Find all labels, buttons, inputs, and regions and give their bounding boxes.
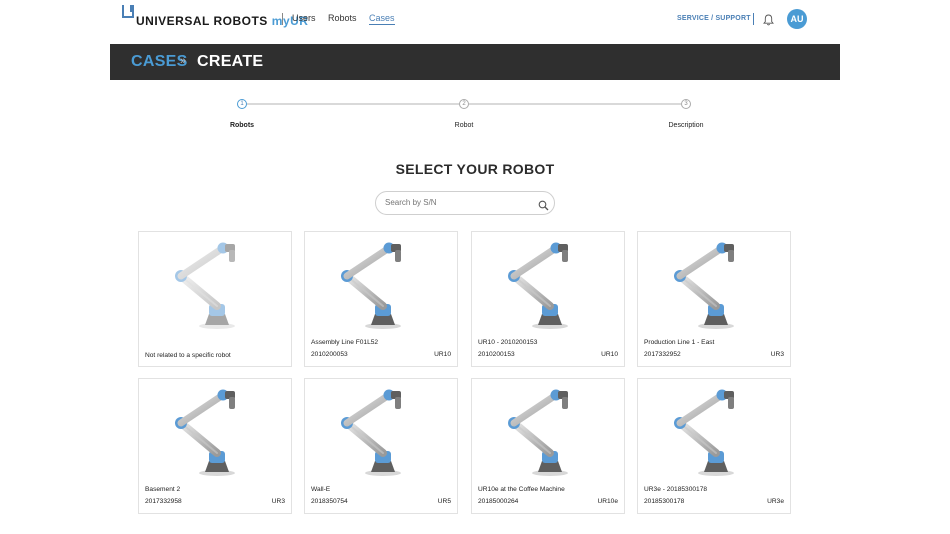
robot-card-none[interactable]: Not related to a specific robot xyxy=(138,231,292,367)
page-header: CASES » CREATE xyxy=(110,44,840,80)
robot-card-serial: 2017332958 xyxy=(145,498,182,505)
service-support-link[interactable]: SERVICE / SUPPORT xyxy=(677,15,751,22)
search-icon[interactable] xyxy=(538,198,549,211)
bell-icon[interactable] xyxy=(763,13,774,26)
step-2-indicator[interactable]: 2 xyxy=(459,99,469,109)
nav-item-robots[interactable]: Robots xyxy=(328,13,357,23)
robot-card-model: UR10e xyxy=(597,498,618,505)
robot-card-name: Basement 2 xyxy=(145,486,181,493)
robot-card-name: Production Line 1 - East xyxy=(644,339,715,346)
nav-divider xyxy=(282,13,283,25)
serial-search-box[interactable] xyxy=(375,191,555,215)
robot-arm-image xyxy=(165,385,265,479)
robot-arm-image xyxy=(664,385,764,479)
top-navigation: UNIVERSAL ROBOTS myUR Users Robots Cases … xyxy=(0,0,950,40)
step-3-indicator[interactable]: 3 xyxy=(681,99,691,109)
robot-card-name: Assembly Line F01L52 xyxy=(311,339,379,346)
user-avatar[interactable]: AU xyxy=(787,9,807,29)
stepper-connector xyxy=(469,103,681,105)
robot-card-serial: 2010200153 xyxy=(478,351,515,358)
nav-item-cases[interactable]: Cases xyxy=(369,13,395,25)
robot-card[interactable]: UR3e - 20185300178 20185300178 UR3e xyxy=(637,378,791,514)
robot-card-model: UR10 xyxy=(434,351,451,358)
robot-card-serial: 20185000264 xyxy=(478,498,519,505)
search-input[interactable] xyxy=(385,198,525,207)
robot-card-name: UR3e - 20185300178 xyxy=(644,486,708,493)
robot-card[interactable]: Wall-E 2018350754 UR5 xyxy=(304,378,458,514)
robot-card-serial: 20185300178 xyxy=(644,498,685,505)
robot-arm-image xyxy=(165,238,265,332)
ur-logo-icon xyxy=(122,5,134,18)
robot-card-serial: 2010200053 xyxy=(311,351,348,358)
stepper-connector xyxy=(247,103,459,105)
robot-arm-image xyxy=(331,385,431,479)
breadcrumb-separator: » xyxy=(180,55,187,67)
robot-card[interactable]: Basement 2 2017332958 UR3 xyxy=(138,378,292,514)
section-title: SELECT YOUR ROBOT xyxy=(395,161,555,177)
robot-arm-image xyxy=(664,238,764,332)
robot-card-model: UR10 xyxy=(601,351,618,358)
robot-card-name: Wall-E xyxy=(311,486,331,493)
nav-item-users[interactable]: Users xyxy=(292,13,316,23)
robot-arm-image xyxy=(498,238,598,332)
page-title: CREATE xyxy=(197,53,264,70)
robot-card-name: UR10 - 2010200153 xyxy=(478,339,538,346)
robot-card-model: UR3 xyxy=(271,498,285,505)
robot-arm-image xyxy=(498,385,598,479)
robot-card[interactable]: Production Line 1 - East 2017332952 UR3 xyxy=(637,231,791,367)
robot-card[interactable]: UR10e at the Coffee Machine 20185000264 … xyxy=(471,378,625,514)
robot-card-name: UR10e at the Coffee Machine xyxy=(478,486,565,493)
robot-card[interactable]: Assembly Line F01L52 2010200053 UR10 xyxy=(304,231,458,367)
nav-divider xyxy=(753,13,754,25)
step-3-label: Description xyxy=(668,122,704,129)
robot-card-serial: 2018350754 xyxy=(311,498,348,505)
robot-card-serial: 2017332952 xyxy=(644,351,681,358)
robot-card-name: Not related to a specific robot xyxy=(145,352,231,359)
robot-card-model: UR3 xyxy=(770,351,784,358)
robot-arm-image xyxy=(331,238,431,332)
step-1-label: Robots xyxy=(229,122,255,129)
robot-card[interactable]: UR10 - 2010200153 2010200153 UR10 xyxy=(471,231,625,367)
robot-card-model: UR3e xyxy=(767,498,784,505)
robot-card-model: UR5 xyxy=(437,498,451,505)
brand-name: UNIVERSAL ROBOTS xyxy=(136,14,268,28)
step-2-label: Robot xyxy=(454,122,474,129)
step-1-indicator[interactable]: 1 xyxy=(237,99,247,109)
